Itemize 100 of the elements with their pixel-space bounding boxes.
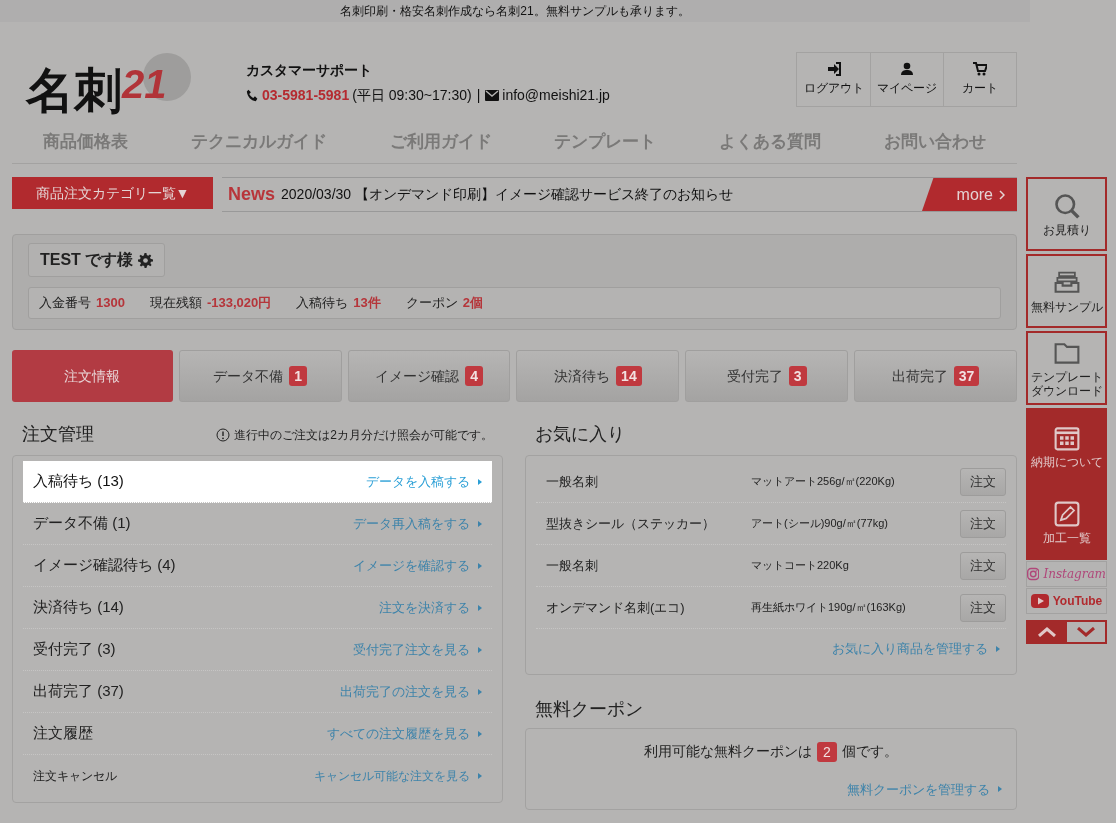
order-status: 注文履歴 bbox=[33, 723, 93, 744]
scroll-down-button[interactable] bbox=[1066, 622, 1105, 642]
stat-label: 入金番号 bbox=[39, 294, 91, 313]
side-menu-button[interactable]: テンプレートダウンロード bbox=[1026, 331, 1107, 405]
mail-icon bbox=[485, 90, 500, 101]
order-row[interactable]: 決済待ち (14) 注文を決済する bbox=[23, 587, 492, 629]
news-label: News bbox=[228, 183, 276, 206]
product-spec: マットコート220Kg bbox=[751, 558, 850, 574]
user-icon bbox=[900, 62, 914, 76]
order-row[interactable]: 注文キャンセル キャンセル可能な注文を見る bbox=[23, 755, 492, 797]
phone-icon bbox=[246, 89, 259, 102]
stat-value: 2個 bbox=[462, 294, 483, 313]
header-button[interactable]: カート bbox=[943, 53, 1016, 106]
logout-icon bbox=[826, 62, 841, 76]
chevron-right-icon bbox=[999, 189, 1005, 200]
logo-number: 21 bbox=[122, 64, 167, 104]
tab[interactable]: 決済待ち 14 bbox=[516, 350, 680, 402]
order-button[interactable]: 注文 bbox=[960, 593, 1006, 622]
logo-name: 名刺 bbox=[26, 66, 122, 114]
order-status: 入稿待ち (13) bbox=[33, 471, 124, 492]
news-headline[interactable]: 2020/03/30 【オンデマンド印刷】イメージ確認サービス終了のお知らせ bbox=[281, 184, 733, 205]
order-status: イメージ確認待ち (4) bbox=[33, 555, 176, 576]
order-row[interactable]: データ不備 (1) データ再入稿をする bbox=[23, 503, 492, 545]
cart-icon bbox=[973, 62, 987, 76]
count-badge: 2 bbox=[817, 741, 837, 762]
support-title: カスタマーサポート bbox=[246, 61, 373, 80]
section-title: 注文管理 bbox=[22, 423, 94, 446]
coupon-text: 個です。 bbox=[841, 742, 898, 761]
order-status: 注文キャンセル bbox=[33, 768, 117, 785]
pencil-icon bbox=[1052, 499, 1081, 528]
support-hours: (平日 09:30~17:30) bbox=[352, 86, 472, 105]
side-menu-button[interactable]: 無料サンプル bbox=[1026, 254, 1107, 328]
order-row[interactable]: 注文履歴 すべての注文履歴を見る bbox=[23, 713, 492, 755]
count-badge: 4 bbox=[465, 366, 483, 386]
chevron-down-icon bbox=[1075, 627, 1096, 637]
triangle-right-icon bbox=[478, 562, 482, 569]
stat-label: クーポン bbox=[405, 294, 458, 313]
phone-number: 03-5981-5981 bbox=[262, 86, 350, 105]
order-status: 出荷完了 (37) bbox=[33, 681, 124, 702]
instagram-icon bbox=[1027, 565, 1040, 583]
order-row[interactable]: 出荷完了 (37) 出荷完了の注文を見る bbox=[23, 671, 492, 713]
side-menu-button[interactable]: お見積り bbox=[1026, 177, 1107, 251]
product-spec: アート(シール)90g/㎡(77kg) bbox=[751, 516, 889, 532]
stat-label: 現在残額 bbox=[149, 294, 202, 313]
tagline: 名刺印刷・格安名刺作成なら名刺21。無料サンプルも承ります。 bbox=[340, 3, 690, 20]
count-badge: 14 bbox=[616, 366, 642, 386]
action-link[interactable]: データを入稿する bbox=[366, 471, 482, 492]
separator: | bbox=[476, 86, 481, 105]
side-menu-button[interactable]: 納期について bbox=[1026, 408, 1107, 484]
product-name: 一般名刺 bbox=[546, 472, 599, 491]
order-row[interactable]: 受付完了 (3) 受付完了注文を見る bbox=[23, 629, 492, 671]
order-row[interactable]: イメージ確認待ち (4) イメージを確認する bbox=[23, 545, 492, 587]
triangle-right-icon bbox=[996, 646, 1000, 652]
product-name: 一般名刺 bbox=[546, 556, 599, 575]
triangle-right-icon bbox=[478, 688, 482, 695]
order-button[interactable]: 注文 bbox=[960, 551, 1006, 580]
tab[interactable]: データ不備 1 bbox=[178, 350, 342, 402]
triangle-right-icon bbox=[478, 604, 482, 611]
tab[interactable]: 注文情報 bbox=[12, 350, 173, 402]
header-button[interactable]: マイページ bbox=[870, 53, 943, 106]
count-badge: 1 bbox=[289, 366, 308, 386]
social-link[interactable]: YouTube bbox=[1026, 588, 1107, 614]
order-button[interactable]: 注文 bbox=[960, 467, 1006, 496]
side-menu-button[interactable]: 加工一覧 bbox=[1026, 484, 1107, 560]
section-title: 無料クーポン bbox=[534, 698, 644, 721]
order-status: 決済待ち (14) bbox=[33, 597, 124, 618]
stat-value: 13件 bbox=[353, 294, 381, 313]
email: info@meishi21.jp bbox=[502, 86, 610, 105]
gear-icon bbox=[138, 252, 154, 268]
tab[interactable]: イメージ確認 4 bbox=[347, 350, 511, 402]
triangle-right-icon bbox=[478, 646, 482, 653]
section-title: お気に入り bbox=[534, 423, 626, 446]
triangle-right-icon bbox=[478, 730, 482, 737]
play-button-icon bbox=[1030, 592, 1049, 610]
tab[interactable]: 出荷完了 37 bbox=[854, 350, 1017, 402]
triangle-right-icon bbox=[998, 786, 1002, 793]
order-button[interactable]: 注文 bbox=[960, 509, 1006, 538]
stat-label: 入稿待ち bbox=[296, 294, 349, 313]
stat-value: -133,020円 bbox=[206, 294, 272, 313]
order-row[interactable]: 入稿待ち (13) データを入稿する bbox=[23, 461, 492, 503]
header-button[interactable]: ログアウト bbox=[797, 53, 870, 106]
product-spec: 再生紙ホワイト190g/㎡(163Kg) bbox=[751, 600, 907, 616]
exclamation-circle-icon bbox=[216, 427, 231, 442]
order-status: データ不備 (1) bbox=[33, 513, 131, 534]
count-badge: 37 bbox=[953, 366, 980, 386]
magnifier-icon bbox=[1052, 191, 1081, 220]
tab[interactable]: 受付完了 3 bbox=[685, 350, 849, 402]
product-name: オンデマンド名刺(エコ) bbox=[546, 598, 686, 617]
category-menu-button[interactable]: 商品注文カテゴリ一覧▼ bbox=[12, 177, 213, 209]
chevron-up-icon bbox=[1037, 627, 1058, 637]
notice-text: 進行中のご注文は2カ月分だけ照会が可能です。 bbox=[234, 426, 493, 444]
stat-value: 1300 bbox=[96, 294, 125, 313]
triangle-right-icon bbox=[478, 773, 482, 779]
coupon-text: 利用可能な無料クーポンは bbox=[644, 742, 813, 761]
product-name: 型抜きシール（ステッカー） bbox=[546, 514, 716, 533]
more-link[interactable]: more bbox=[922, 178, 1017, 211]
count-badge: 3 bbox=[788, 366, 807, 386]
triangle-right-icon bbox=[478, 478, 482, 485]
triangle-right-icon bbox=[478, 520, 482, 527]
account-name-button[interactable]: TEST です様 bbox=[28, 243, 166, 277]
